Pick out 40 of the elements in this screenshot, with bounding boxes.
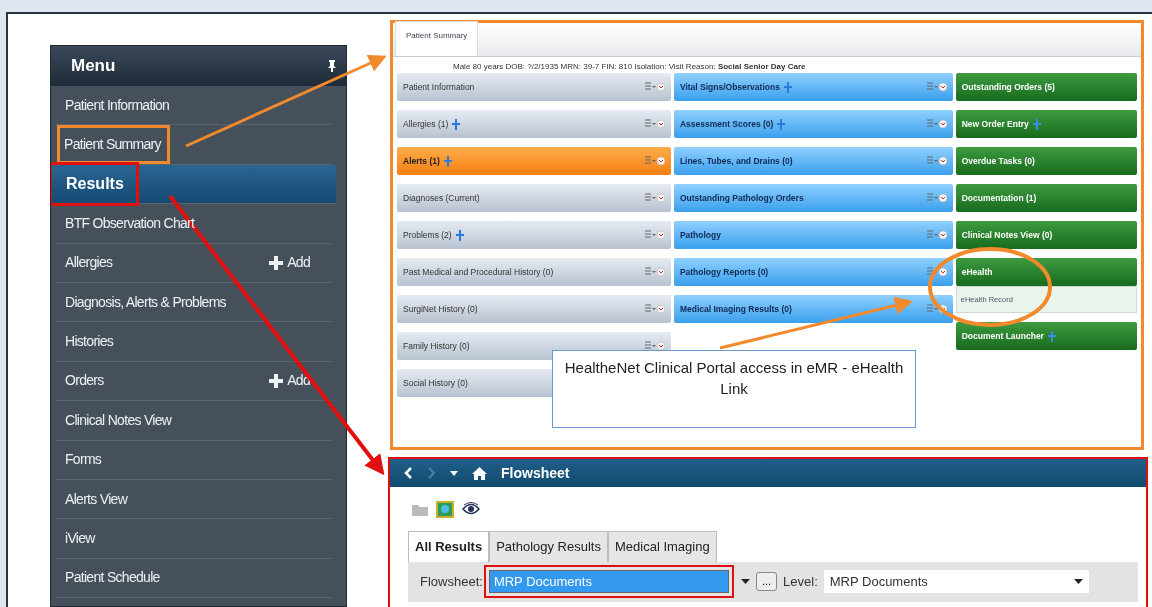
component-title: Assessment Scores (0): [679, 117, 774, 131]
menu-item-label: iView: [64, 529, 97, 548]
component-title: Diagnoses (Current): [403, 191, 480, 205]
menu-item-label: Histories: [64, 332, 115, 352]
component-title: Problems (2): [403, 228, 452, 242]
flowsheet-title: Flowsheet: [501, 463, 570, 483]
component-title: Medical Imaging Results (0): [679, 302, 792, 316]
component-title: Patient Information: [403, 80, 475, 94]
component-title: Pathology: [679, 228, 721, 242]
component-title: SurgiNet History (0): [403, 302, 478, 316]
menu-item-label: Forms: [64, 450, 103, 470]
component-title: Outstanding Orders (5): [961, 80, 1055, 94]
menu-item-label: Results: [51, 162, 139, 206]
component-title: Alerts (1): [403, 154, 440, 168]
menu-item-label: Allergies: [64, 253, 114, 273]
component-title: Past Medical and Procedural History (0): [403, 265, 554, 279]
component-title: Outstanding Pathology Orders: [679, 191, 804, 205]
component-title: Lines, Tubes, and Drains (0): [679, 154, 793, 168]
component-title: Overdue Tasks (0): [961, 154, 1035, 168]
flowsheet-label: Flowsheet:: [420, 572, 483, 591]
component-title: eHealth: [961, 265, 993, 279]
menu-item-label: Diagnosis, Alerts & Problems: [64, 292, 227, 312]
component-title: Pathology Reports (0): [679, 265, 769, 279]
menu-item-label: Alerts View: [64, 489, 129, 509]
menu-item-label: Clinical Notes View: [64, 410, 173, 430]
menu-item-label: Orders: [64, 371, 105, 391]
patient-banner-text: Male 80 years DOB: ?/2/1935 MRN: 39-7 FIN: 810 Isolation: Visit Reason: Social Senior Day Care: [452, 61, 807, 73]
component-title: Social History (0): [403, 376, 468, 390]
component-title: New Order Entry: [961, 117, 1029, 131]
component-title: Family History (0): [403, 339, 470, 353]
menu-item-label: Patient Information: [64, 95, 171, 115]
level-label: Level:: [783, 572, 818, 591]
menu-title: Menu: [71, 55, 116, 78]
component-title: Vital Signs/Observations: [679, 80, 780, 94]
component-title: Document Launcher: [961, 329, 1044, 343]
component-title: Allergies (1): [403, 117, 449, 131]
menu-item-label: Patient Schedule: [64, 568, 161, 588]
component-title: Clinical Notes View (0): [961, 228, 1053, 242]
component-title: Documentation (1): [961, 191, 1037, 205]
callout-tooltip: HealtheNet Clinical Portal access in eMR - eHealth Link: [552, 350, 916, 428]
